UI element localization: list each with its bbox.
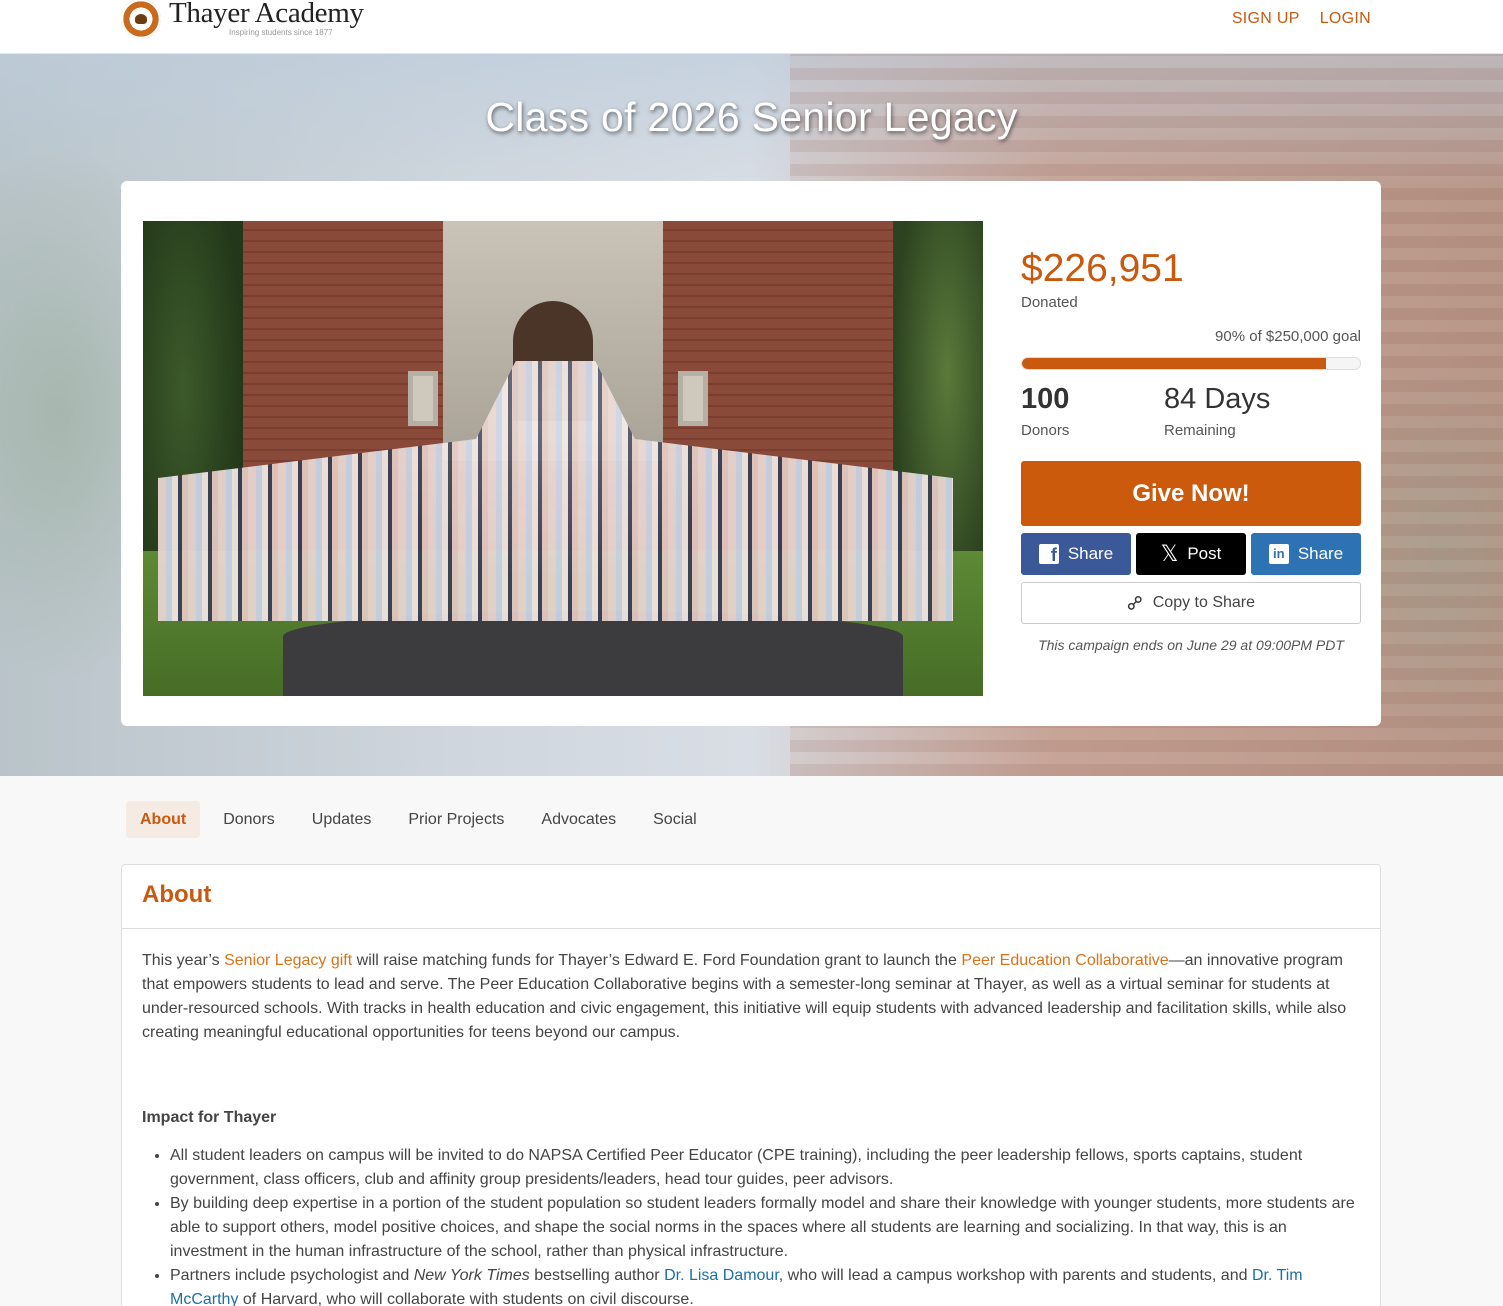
- donors-label: Donors: [1021, 422, 1070, 440]
- donors-value: 100: [1021, 383, 1070, 415]
- progress-bar: [1021, 357, 1361, 370]
- list-item: All student leaders on campus will be in…: [170, 1144, 1360, 1192]
- bullet3-em: New York Times: [413, 1267, 530, 1284]
- signup-link[interactable]: SIGN UP: [1232, 10, 1300, 28]
- linkedin-icon: in: [1268, 544, 1289, 565]
- lisa-damour-link[interactable]: Dr. Lisa Damour: [664, 1267, 779, 1284]
- school-seal-icon: [121, 0, 161, 39]
- impact-list: All student leaders on campus will be in…: [142, 1144, 1360, 1306]
- tab-about[interactable]: About: [126, 801, 201, 838]
- days-remaining: 84 Days Remaining: [1164, 383, 1307, 440]
- x-post-label: Post: [1187, 544, 1222, 564]
- share-buttons: f Share 𝕏 Post in Share: [1021, 533, 1361, 576]
- linkedin-share-label: Share: [1297, 544, 1344, 564]
- amount-label: Donated: [1021, 294, 1078, 311]
- tab-donors[interactable]: Donors: [209, 801, 289, 838]
- days-value: 84 Days: [1164, 383, 1271, 415]
- about-heading: About: [142, 881, 212, 908]
- campaign-stats: $226,951 Donated 90% of $250,000 goal 10…: [1021, 249, 1361, 653]
- copy-link-label: Copy to Share: [1152, 594, 1256, 612]
- facebook-share-label: Share: [1067, 544, 1114, 564]
- list-item: By building deep expertise in a portion …: [170, 1192, 1360, 1264]
- amount-donated: $226,951: [1021, 247, 1184, 290]
- class-photo: [143, 221, 983, 696]
- progress-bar-fill: [1022, 358, 1327, 369]
- tab-prior-projects[interactable]: Prior Projects: [394, 801, 518, 838]
- campaign-card: $226,951 Donated 90% of $250,000 goal 10…: [121, 181, 1381, 726]
- page-title: Class of 2026 Senior Legacy: [485, 94, 1018, 140]
- campaign-end-notice: This campaign ends on June 29 at 09:00PM…: [1038, 637, 1344, 654]
- give-now-button[interactable]: Give Now!: [1021, 461, 1361, 527]
- bullet3-text-2: bestselling author: [529, 1267, 665, 1284]
- bullet3-text-1: Partners include psychologist and: [170, 1267, 414, 1284]
- site-logo[interactable]: Thayer Academy Inspiring students since …: [121, 0, 364, 40]
- tab-social[interactable]: Social: [639, 801, 711, 838]
- about-text-1: This year’s: [142, 952, 225, 969]
- link-icon: ⚯: [1121, 590, 1150, 618]
- tab-advocates[interactable]: Advocates: [527, 801, 630, 838]
- auth-links: SIGN UP LOGIN: [1232, 10, 1371, 28]
- senior-legacy-link[interactable]: Senior Legacy gift: [224, 952, 352, 969]
- list-item: Partners include psychologist and New Yo…: [170, 1264, 1360, 1306]
- peer-education-link[interactable]: Peer Education Collaborative: [961, 952, 1168, 969]
- bullet3-text-3: , who will lead a campus workshop with p…: [778, 1267, 1252, 1284]
- x-post-button[interactable]: 𝕏 Post: [1136, 533, 1246, 576]
- about-panel: About This year’s Senior Legacy gift wil…: [121, 864, 1381, 1306]
- goal-text: 90% of $250,000 goal: [1215, 328, 1361, 345]
- content-tabs: About Donors Updates Prior Projects Advo…: [126, 801, 711, 838]
- logo-name: Thayer Academy: [169, 0, 364, 29]
- copy-link-button[interactable]: ⚯ Copy to Share: [1021, 582, 1361, 625]
- about-text-2: will raise matching funds for Thayer’s E…: [352, 952, 962, 969]
- x-logo-icon: 𝕏: [1160, 541, 1179, 567]
- facebook-icon: f: [1038, 544, 1059, 565]
- donor-count: 100 Donors: [1021, 383, 1164, 440]
- linkedin-share-button[interactable]: in Share: [1251, 533, 1361, 576]
- bullet3-text-4: of Harvard, who will collaborate with st…: [238, 1291, 694, 1306]
- logo-tagline: Inspiring students since 1877: [229, 28, 333, 37]
- about-paragraph: This year’s Senior Legacy gift will rais…: [142, 949, 1360, 1045]
- tab-updates[interactable]: Updates: [298, 801, 386, 838]
- login-link[interactable]: LOGIN: [1320, 10, 1371, 28]
- site-header: Thayer Academy Inspiring students since …: [0, 0, 1503, 54]
- days-label: Remaining: [1164, 422, 1236, 440]
- impact-heading: Impact for Thayer: [142, 1109, 277, 1126]
- facebook-share-button[interactable]: f Share: [1021, 533, 1131, 576]
- hero-banner: Class of 2026 Senior Legacy $226,951 Don…: [0, 54, 1503, 776]
